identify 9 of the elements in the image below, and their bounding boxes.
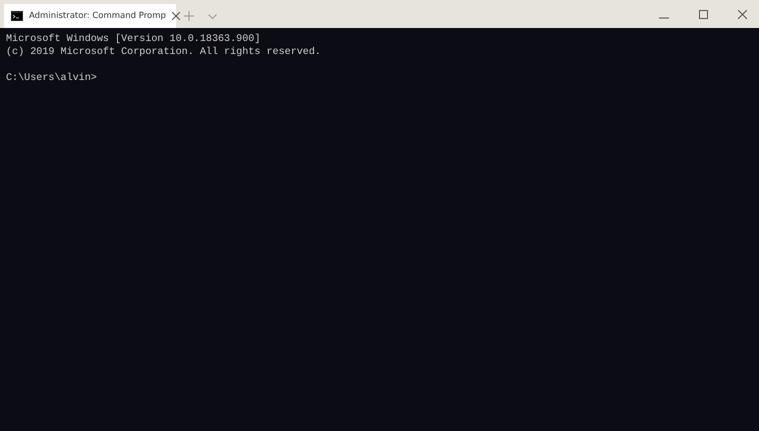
maximize-icon[interactable] — [699, 10, 708, 19]
terminal-line: (c) 2019 Microsoft Corporation. All rights reserved. — [6, 47, 321, 58]
close-icon[interactable] — [172, 12, 180, 20]
close-icon[interactable] — [738, 10, 747, 19]
terminal-line: Microsoft Windows [Version 10.0.18363.900] — [6, 34, 260, 45]
command-prompt: C:\Users\alvin> — [6, 73, 97, 84]
minimize-icon[interactable] — [659, 17, 669, 19]
tab-title: Administrator: Command Promp — [29, 11, 166, 21]
terminal-icon — [11, 11, 23, 21]
